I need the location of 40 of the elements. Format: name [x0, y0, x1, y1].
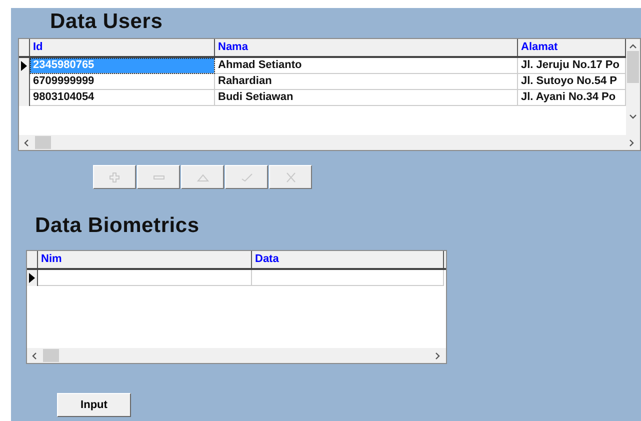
- section-title: Data Users: [50, 10, 163, 34]
- table-cell[interactable]: Jl. Jeruju No.17 Po: [518, 58, 626, 74]
- scroll-right-icon[interactable]: [628, 138, 636, 146]
- table-cell[interactable]: 6709999999: [30, 74, 215, 90]
- row-pointer-icon: [29, 273, 35, 283]
- table-cell[interactable]: Jl. Sutoyo No.54 P: [518, 74, 626, 90]
- plus-icon: [108, 172, 120, 182]
- horizontal-scrollbar[interactable]: [27, 348, 446, 363]
- column-header[interactable]: Nim: [38, 251, 252, 268]
- row-indicator[interactable]: [19, 58, 30, 74]
- scroll-down-icon[interactable]: [629, 113, 637, 121]
- triangle-icon: [196, 172, 208, 182]
- input-button[interactable]: Input: [57, 393, 131, 417]
- table-cell[interactable]: [38, 270, 252, 286]
- vertical-scrollbar[interactable]: [626, 39, 640, 135]
- scroll-left-icon[interactable]: [23, 138, 31, 146]
- scrollbar-thumb[interactable]: [43, 349, 59, 362]
- scroll-left-icon[interactable]: [31, 352, 39, 360]
- horizontal-scrollbar[interactable]: [19, 135, 640, 150]
- table-cell[interactable]: Rahardian: [215, 74, 518, 90]
- row-indicator[interactable]: [19, 90, 30, 106]
- row-indicator[interactable]: [27, 270, 38, 286]
- scroll-right-icon[interactable]: [434, 352, 442, 360]
- table-cell[interactable]: Ahmad Setianto: [215, 58, 518, 74]
- table-cell[interactable]: 9803104054: [30, 90, 215, 106]
- data-grid[interactable]: Nim Data: [26, 250, 447, 364]
- row-pointer-icon: [21, 61, 27, 71]
- scroll-up-icon[interactable]: [629, 43, 637, 51]
- section-title: Data Biometrics: [35, 214, 200, 238]
- column-header[interactable]: Id: [30, 39, 215, 56]
- column-header[interactable]: Data: [252, 251, 444, 268]
- scrollbar-thumb[interactable]: [627, 51, 639, 83]
- table-cell[interactable]: Jl. Ayani No.34 Po: [518, 90, 626, 106]
- table-cell[interactable]: Budi Setiawan: [215, 90, 518, 106]
- data-grid[interactable]: Id Nama Alamat 2345980765 Ahmad Setianto Jl. Jeruju No.17 Po 6709999999 Rahardian Jl. Sutoyo No.54 P 9803104054 Budi Setiawan Jl. Ayani No.34 Po: [18, 38, 641, 151]
- cross-icon: [284, 172, 296, 182]
- column-header[interactable]: Nama: [215, 39, 518, 56]
- table-cell[interactable]: [252, 270, 444, 286]
- check-icon: [240, 172, 252, 182]
- scrollbar-thumb[interactable]: [35, 136, 51, 149]
